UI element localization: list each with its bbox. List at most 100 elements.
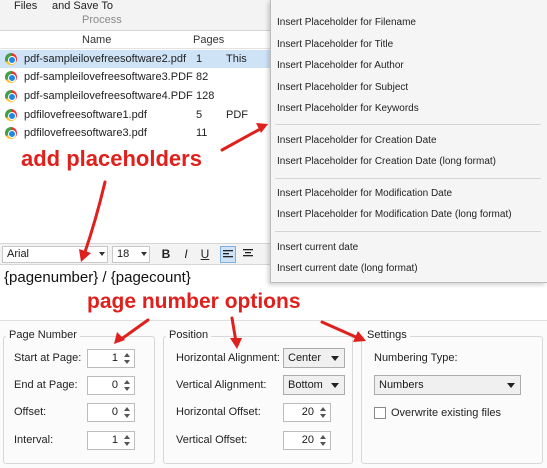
- file-row[interactable]: pdf-sampleilovefreesoftware4.PDF 128: [0, 87, 270, 105]
- menu-item-title[interactable]: Insert Placeholder for Title: [277, 39, 393, 50]
- menu-item-modification-date[interactable]: Insert Placeholder for Modification Date: [277, 188, 452, 199]
- placeholder-context-menu: Insert Placeholder for Filename Insert P…: [270, 0, 547, 283]
- chrome-pdf-icon: [5, 53, 17, 65]
- menu-item-subject[interactable]: Insert Placeholder for Subject: [277, 82, 408, 93]
- menu-item-filename[interactable]: Insert Placeholder for Filename: [277, 17, 416, 28]
- file-row[interactable]: pdf-sampleilovefreesoftware3.PDF 82: [0, 68, 270, 86]
- save-to-button[interactable]: and Save To: [52, 0, 113, 12]
- file-pages: 128: [196, 90, 215, 102]
- spin-arrows-icon[interactable]: [122, 379, 132, 392]
- chrome-pdf-icon: [5, 127, 17, 139]
- bold-button[interactable]: B: [158, 246, 174, 263]
- chevron-down-icon: [99, 252, 105, 256]
- numbering-type-value: Numbers: [379, 379, 424, 391]
- menu-item-current-date-long[interactable]: Insert current date (long format): [277, 263, 418, 274]
- menu-item-author[interactable]: Insert Placeholder for Author: [277, 60, 404, 71]
- file-pages: 1: [196, 53, 203, 65]
- file-name: pdf-sampleilovefreesoftware2.pdf: [24, 53, 187, 65]
- offset-value: 0: [111, 406, 118, 418]
- overwrite-label: Overwrite existing files: [391, 407, 502, 419]
- overwrite-checkbox[interactable]: [374, 407, 386, 419]
- vertical-offset-stepper[interactable]: 20: [283, 431, 331, 450]
- end-page-value: 0: [111, 379, 118, 391]
- align-left-button[interactable]: [220, 246, 236, 263]
- file-row[interactable]: pdf-sampleilovefreesoftware2.pdf 1 This: [0, 50, 270, 68]
- interval-value: 1: [111, 434, 118, 446]
- numbering-type-select[interactable]: Numbers: [374, 375, 521, 395]
- menu-separator: [275, 124, 541, 125]
- align-center-icon: [243, 249, 253, 257]
- interval-label: Interval:: [14, 434, 54, 446]
- chevron-down-icon: [331, 383, 339, 388]
- spin-arrows-icon[interactable]: [318, 406, 328, 419]
- vertical-offset-value: 20: [301, 434, 314, 446]
- position-group-title: Position: [166, 329, 212, 341]
- file-list-header: Name Pages: [0, 31, 270, 49]
- file-name: pdf-sampleilovefreesoftware3.PDF: [24, 71, 193, 83]
- file-pages: 82: [196, 71, 209, 83]
- menu-item-modification-date-long[interactable]: Insert Placeholder for Modification Date…: [277, 209, 512, 220]
- file-name: pdfilovefreesoftware1.pdf: [24, 109, 147, 121]
- file-extra: PDF: [226, 109, 248, 121]
- vertical-offset-label: Vertical Offset:: [176, 434, 248, 446]
- numbering-type-label: Numbering Type:: [374, 352, 458, 364]
- start-page-stepper[interactable]: 1: [87, 349, 135, 368]
- column-header-name[interactable]: Name: [82, 34, 111, 46]
- horizontal-offset-label: Horizontal Offset:: [176, 406, 261, 418]
- column-header-pages[interactable]: Pages: [193, 34, 224, 46]
- page-number-group-title: Page Number: [6, 329, 80, 341]
- menu-item-keywords[interactable]: Insert Placeholder for Keywords: [277, 103, 419, 114]
- offset-stepper[interactable]: 0: [87, 403, 135, 422]
- end-page-stepper[interactable]: 0: [87, 376, 135, 395]
- file-row[interactable]: pdfilovefreesoftware3.pdf 11: [0, 124, 270, 142]
- align-center-button[interactable]: [240, 246, 256, 263]
- start-page-label: Start at Page:: [14, 352, 82, 364]
- chevron-down-icon: [331, 356, 339, 361]
- files-button[interactable]: Files: [14, 0, 37, 12]
- vertical-alignment-select[interactable]: Bottom: [283, 375, 345, 395]
- ribbon: Files and Save To Process: [0, 0, 270, 30]
- file-pages: 11: [196, 127, 208, 139]
- vertical-alignment-label: Vertical Alignment:: [176, 379, 267, 391]
- chevron-down-icon: [507, 383, 515, 388]
- underline-button[interactable]: U: [197, 246, 213, 263]
- font-toolbar: Arial 18 B I U: [0, 243, 270, 265]
- chevron-down-icon: [141, 252, 147, 256]
- spin-arrows-icon[interactable]: [122, 434, 132, 447]
- end-page-label: End at Page:: [14, 379, 78, 391]
- menu-item-creation-date[interactable]: Insert Placeholder for Creation Date: [277, 135, 437, 146]
- italic-button[interactable]: I: [178, 246, 194, 263]
- header-footer-text-editor[interactable]: {pagenumber} / {pagecount}: [4, 269, 191, 286]
- align-left-icon: [223, 250, 233, 258]
- menu-item-current-date[interactable]: Insert current date: [277, 242, 358, 253]
- file-name: pdfilovefreesoftware3.pdf: [24, 127, 147, 139]
- chrome-pdf-icon: [5, 90, 17, 102]
- file-row[interactable]: pdfilovefreesoftware1.pdf 5 PDF: [0, 106, 270, 124]
- font-family-select[interactable]: Arial: [2, 246, 108, 263]
- ribbon-group-label: Process: [82, 14, 122, 26]
- horizontal-offset-value: 20: [301, 406, 314, 418]
- font-size-select[interactable]: 18: [112, 246, 150, 263]
- chrome-pdf-icon: [5, 109, 17, 121]
- horizontal-alignment-value: Center: [288, 352, 322, 364]
- options-panel: Page Number Start at Page: 1 End at Page…: [0, 320, 547, 468]
- file-pages: 5: [196, 109, 203, 121]
- interval-stepper[interactable]: 1: [87, 431, 135, 450]
- horizontal-alignment-label: Horizontal Alignment:: [176, 352, 280, 364]
- chrome-pdf-icon: [5, 71, 17, 83]
- file-name: pdf-sampleilovefreesoftware4.PDF: [24, 90, 193, 102]
- horizontal-offset-stepper[interactable]: 20: [283, 403, 331, 422]
- offset-label: Offset:: [14, 406, 47, 418]
- font-size-value: 18: [117, 248, 130, 260]
- annotation-page-number-options: page number options: [87, 290, 301, 313]
- spin-arrows-icon[interactable]: [122, 352, 132, 365]
- annotation-add-placeholders: add placeholders: [21, 146, 202, 171]
- horizontal-alignment-select[interactable]: Center: [283, 348, 345, 368]
- font-family-value: Arial: [7, 248, 30, 260]
- menu-separator: [275, 178, 541, 179]
- spin-arrows-icon[interactable]: [122, 406, 132, 419]
- menu-item-creation-date-long[interactable]: Insert Placeholder for Creation Date (lo…: [277, 156, 496, 167]
- settings-group-title: Settings: [364, 329, 410, 341]
- menu-separator: [275, 231, 541, 232]
- spin-arrows-icon[interactable]: [318, 434, 328, 447]
